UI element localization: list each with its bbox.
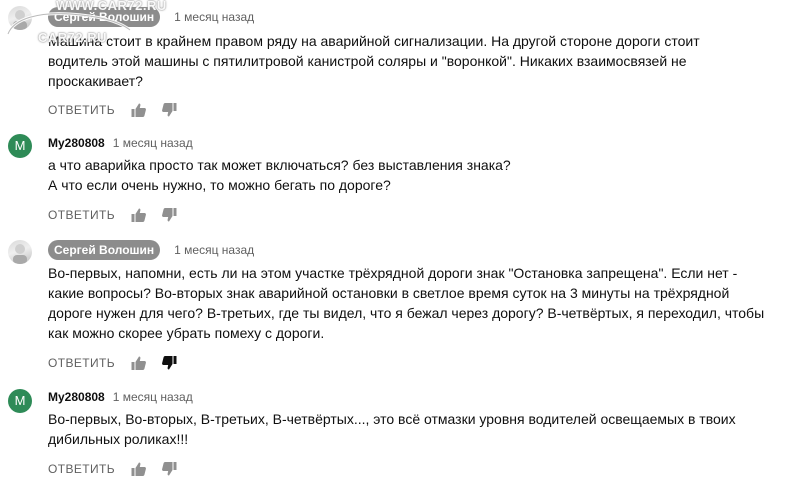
author-name[interactable]: Сергей Волошин bbox=[48, 7, 161, 27]
comment-time[interactable]: 1 месяц назад bbox=[113, 389, 193, 405]
comment-text: Во-первых, напомни, есть ли на этом учас… bbox=[48, 263, 783, 343]
comment-line: дороге нужен для чего? В-третьих, где ты… bbox=[48, 305, 765, 321]
comment-line: А что если очень нужно, то можно бегать … bbox=[48, 177, 391, 193]
avatar[interactable]: M bbox=[8, 134, 32, 158]
comment-line: водитель этой машины с пятилитровой кани… bbox=[48, 53, 687, 69]
reply-button[interactable]: ОТВЕТИТЬ bbox=[48, 461, 115, 477]
comment-text: Во-первых, Во-вторых, В-третьих, В-четвё… bbox=[48, 409, 783, 449]
comment-line: Во-первых, напомни, есть ли на этом учас… bbox=[48, 265, 738, 281]
author-name[interactable]: My280808 bbox=[48, 389, 105, 405]
avatar[interactable] bbox=[8, 240, 32, 264]
thumb-up-icon[interactable] bbox=[131, 102, 147, 118]
comment-line: какие вопросы? Во-вторых знак аварийной … bbox=[48, 285, 730, 301]
thumb-up-icon[interactable] bbox=[131, 461, 147, 477]
avatar[interactable] bbox=[8, 6, 32, 30]
avatar[interactable]: M bbox=[8, 389, 32, 413]
reply-button[interactable]: ОТВЕТИТЬ bbox=[48, 355, 115, 371]
comment-time[interactable]: 1 месяц назад bbox=[113, 135, 193, 151]
reply-button[interactable]: ОТВЕТИТЬ bbox=[48, 102, 115, 118]
comment-line: Машина стоит в крайнем правом ряду на ав… bbox=[48, 33, 700, 49]
thumb-down-icon[interactable] bbox=[161, 102, 177, 118]
comment-text: Машина стоит в крайнем правом ряду на ав… bbox=[48, 31, 783, 91]
reply-button[interactable]: ОТВЕТИТЬ bbox=[48, 207, 115, 223]
thumb-down-icon[interactable] bbox=[161, 207, 177, 223]
thumb-down-icon[interactable] bbox=[161, 461, 177, 477]
thumb-up-icon[interactable] bbox=[131, 355, 147, 371]
comment-time[interactable]: 1 месяц назад bbox=[174, 9, 254, 25]
thumb-down-icon[interactable] bbox=[161, 355, 177, 371]
comment-text: а что аварийка просто так может включать… bbox=[48, 155, 783, 195]
comment-line: Во-первых, Во-вторых, В-третьих, В-четвё… bbox=[48, 411, 736, 427]
author-name[interactable]: Сергей Волошин bbox=[48, 240, 161, 260]
author-name[interactable]: My280808 bbox=[48, 135, 105, 151]
comment-line: проскакивает? bbox=[48, 73, 143, 89]
comment-line: а что аварийка просто так может включать… bbox=[48, 157, 511, 173]
comment-time[interactable]: 1 месяц назад bbox=[174, 242, 254, 258]
thumb-up-icon[interactable] bbox=[131, 207, 147, 223]
comment-line: дибильных роликах!!! bbox=[48, 431, 189, 447]
comment-line: как можно скорее убрать помеху с дороги. bbox=[48, 325, 325, 341]
